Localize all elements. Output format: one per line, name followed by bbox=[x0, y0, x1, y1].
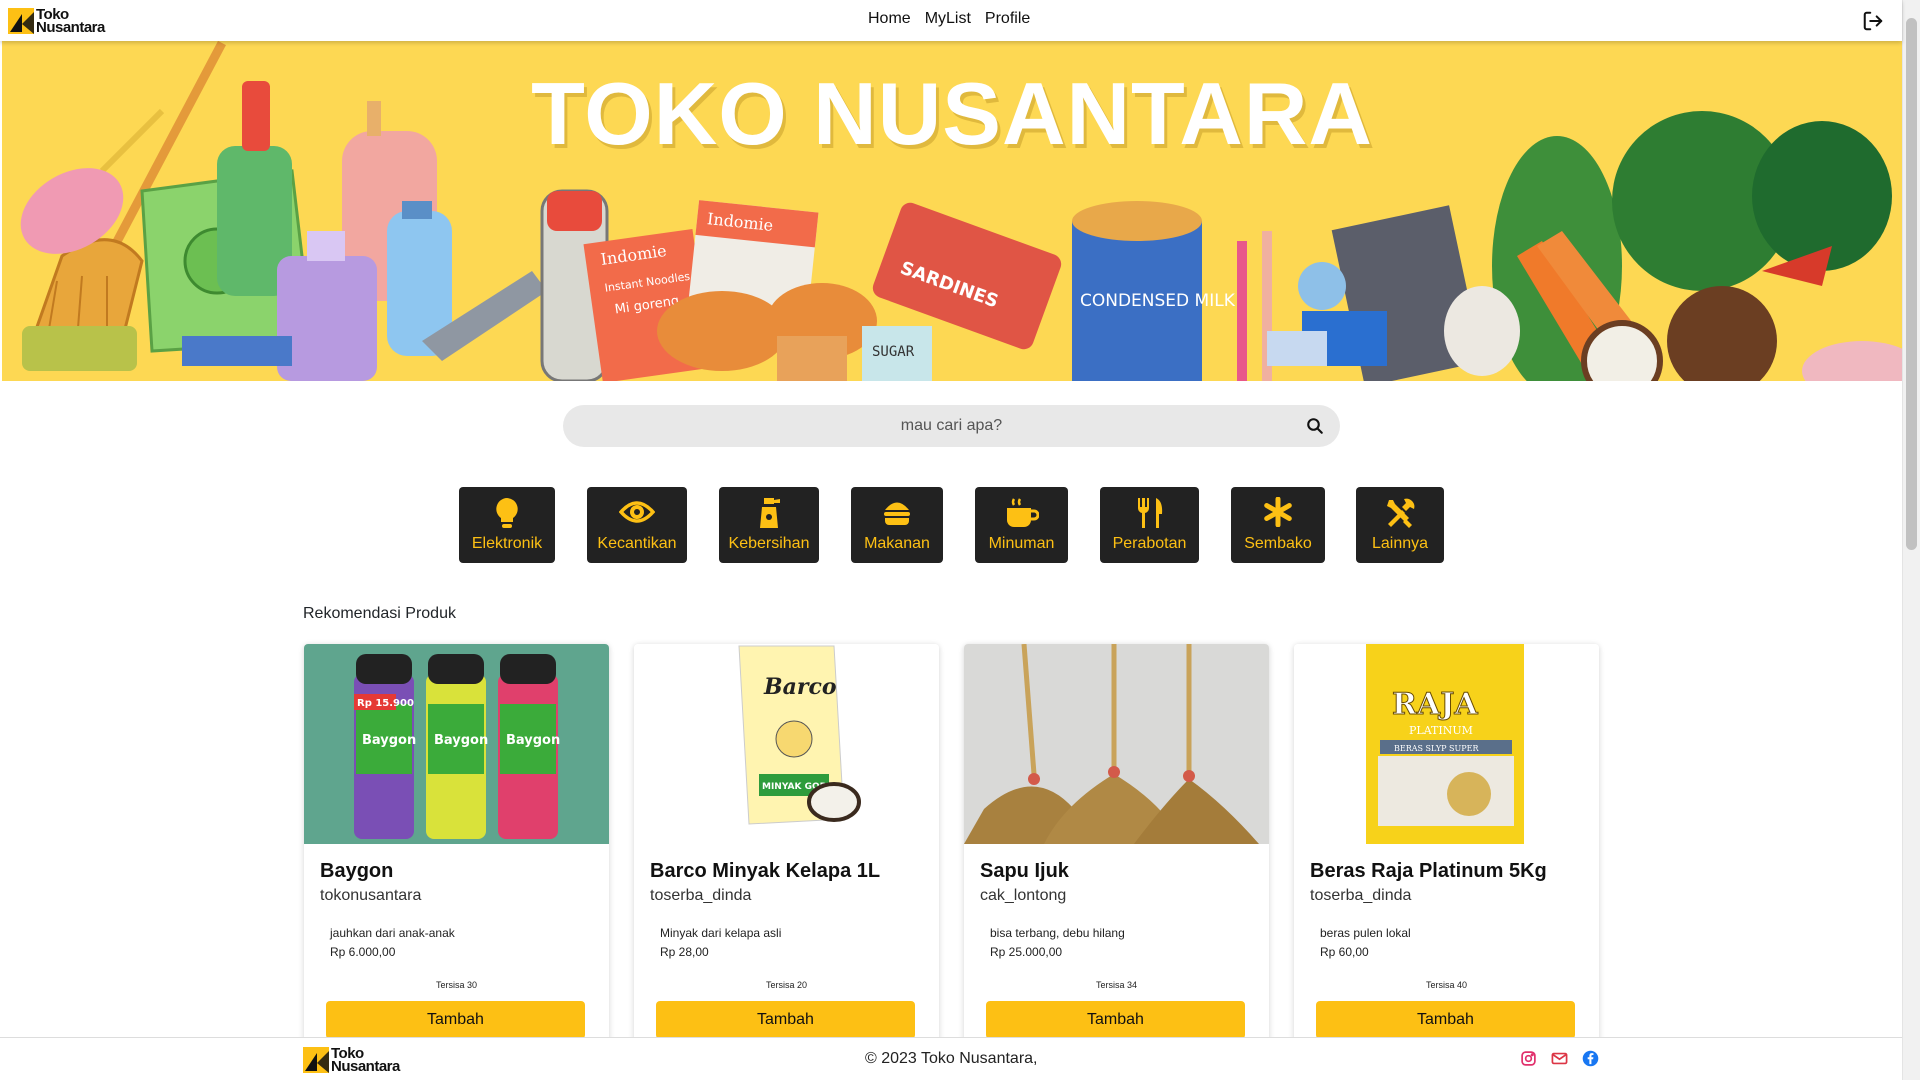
category-label: Lainnya bbox=[1371, 535, 1429, 552]
section-title: Rekomendasi Produk bbox=[303, 605, 456, 622]
product-description: Minyak dari kelapa asli bbox=[660, 926, 782, 940]
hero-banner: Indomie Instant Noodles Mi goreng Indomi… bbox=[2, 41, 1902, 381]
svg-text:RAJA: RAJA bbox=[1392, 687, 1478, 722]
product-seller: cak_lontong bbox=[980, 887, 1067, 904]
svg-text:BERAS SLYP SUPER: BERAS SLYP SUPER bbox=[1394, 744, 1479, 753]
category-sembako-button[interactable]: Sembako bbox=[1231, 487, 1325, 563]
product-image: RAJA PLATINUM BERAS SLYP SUPER bbox=[1294, 644, 1599, 844]
product-stock: Tersisa 34 bbox=[1095, 980, 1138, 990]
asterisk-icon bbox=[1264, 497, 1292, 527]
brand-mark-icon bbox=[303, 1047, 329, 1073]
product-description: beras pulen lokal bbox=[1320, 926, 1411, 940]
nav-home-link[interactable]: Home bbox=[868, 10, 911, 28]
page-scrollbar[interactable] bbox=[1902, 0, 1920, 1080]
product-description: jauhkan dari anak-anak bbox=[330, 926, 455, 940]
brand-mark-icon bbox=[8, 8, 34, 34]
nav-profile-link[interactable]: Profile bbox=[985, 10, 1030, 28]
eye-icon bbox=[619, 501, 655, 523]
product-card[interactable]: Baygon Baygon Baygon Rp 15.900 Baygon to… bbox=[304, 644, 609, 1044]
product-seller: tokonusantara bbox=[320, 887, 422, 904]
add-to-cart-button[interactable]: Tambah bbox=[986, 1001, 1245, 1039]
category-label: Makanan bbox=[864, 535, 930, 552]
product-stock: Tersisa 40 bbox=[1425, 980, 1468, 990]
product-description: bisa terbang, debu hilang bbox=[990, 926, 1125, 940]
facebook-icon[interactable] bbox=[1582, 1050, 1599, 1067]
svg-text:Baygon: Baygon bbox=[362, 733, 416, 748]
burger-icon bbox=[884, 502, 910, 525]
product-price: Rp 25.000,00 bbox=[990, 945, 1063, 959]
search-bar bbox=[563, 405, 1340, 447]
baygon-can: Baygon bbox=[498, 654, 560, 839]
product-card[interactable]: RAJA PLATINUM BERAS SLYP SUPER Beras Raj… bbox=[1294, 644, 1599, 1044]
category-elektronik-button[interactable]: Elektronik bbox=[459, 487, 555, 563]
instagram-icon[interactable] bbox=[1520, 1050, 1537, 1067]
category-perabotan-button[interactable]: Perabotan bbox=[1100, 487, 1199, 563]
brand-line2: Nusantara bbox=[331, 1058, 400, 1075]
tools-icon bbox=[1387, 498, 1415, 528]
nav-mylist-link[interactable]: MyList bbox=[925, 10, 971, 28]
product-name[interactable]: Sapu Ijuk bbox=[980, 860, 1069, 883]
condensed-label: CONDENSED MILK bbox=[1080, 291, 1236, 311]
product-name[interactable]: Baygon bbox=[320, 860, 393, 883]
product-price: Rp 28,00 bbox=[660, 945, 709, 959]
baygon-can: Baygon bbox=[426, 654, 488, 839]
product-card[interactable]: Sapu Ijuk cak_lontong bisa terbang, debu… bbox=[964, 644, 1269, 1044]
category-kecantikan-button[interactable]: Kecantikan bbox=[587, 487, 687, 563]
add-to-cart-button[interactable]: Tambah bbox=[656, 1001, 915, 1039]
product-image bbox=[964, 644, 1269, 844]
product-image: Baygon Baygon Baygon Rp 15.900 bbox=[304, 644, 609, 844]
product-seller: toserba_dinda bbox=[1310, 887, 1412, 904]
add-to-cart-button[interactable]: Tambah bbox=[326, 1001, 585, 1039]
product-name[interactable]: Beras Raja Platinum 5Kg bbox=[1310, 860, 1547, 883]
baygon-can: Baygon bbox=[354, 654, 416, 839]
search-input[interactable] bbox=[563, 405, 1340, 447]
category-label: Perabotan bbox=[1112, 535, 1187, 552]
svg-text:Baygon: Baygon bbox=[506, 733, 560, 748]
product-price: Rp 60,00 bbox=[1320, 945, 1369, 959]
brand-name: Toko Nusantara bbox=[36, 7, 105, 36]
search-icon[interactable] bbox=[1306, 417, 1324, 435]
product-stock: Tersisa 30 bbox=[435, 980, 478, 990]
svg-text:PLATINUM: PLATINUM bbox=[1409, 724, 1473, 737]
brand-line2: Nusantara bbox=[36, 19, 105, 36]
lightbulb-icon bbox=[496, 498, 518, 528]
spray-bottle-icon bbox=[760, 498, 780, 528]
mug-icon bbox=[1006, 498, 1039, 527]
utensils-icon bbox=[1137, 498, 1162, 528]
category-minuman-button[interactable]: Minuman bbox=[975, 487, 1068, 563]
social-links bbox=[1520, 1050, 1599, 1067]
category-label: Elektronik bbox=[471, 535, 543, 552]
footer-brand-logo[interactable]: Toko Nusantara bbox=[303, 1046, 400, 1075]
category-kebersihan-button[interactable]: Kebersihan bbox=[719, 487, 819, 563]
product-seller: toserba_dinda bbox=[650, 887, 752, 904]
scrollbar-thumb[interactable] bbox=[1906, 18, 1917, 550]
product-stock: Tersisa 20 bbox=[765, 980, 808, 990]
add-to-cart-button[interactable]: Tambah bbox=[1316, 1001, 1575, 1039]
sugar-label: SUGAR bbox=[872, 344, 915, 360]
category-label: Minuman bbox=[988, 535, 1055, 552]
brand-logo[interactable]: Toko Nusantara bbox=[8, 7, 105, 36]
category-lainnya-button[interactable]: Lainnya bbox=[1356, 487, 1444, 563]
category-label: Kecantikan bbox=[597, 535, 677, 552]
svg-text:Rp 15.900: Rp 15.900 bbox=[357, 698, 414, 709]
product-price: Rp 6.000,00 bbox=[330, 945, 396, 959]
category-label: Sembako bbox=[1244, 535, 1312, 552]
footer: Toko Nusantara © 2023 Toko Nusantara, bbox=[0, 1037, 1902, 1080]
navbar: Toko Nusantara Home MyList Profile bbox=[0, 0, 1902, 41]
category-makanan-button[interactable]: Makanan bbox=[851, 487, 943, 563]
svg-text:Barco: Barco bbox=[763, 674, 837, 700]
category-label: Kebersihan bbox=[728, 535, 810, 552]
product-image: Barco MINYAK GORENG bbox=[634, 644, 939, 844]
hero-title: TOKO NUSANTARA bbox=[531, 64, 1373, 163]
product-card[interactable]: Barco MINYAK GORENG Barco Minyak Kelapa … bbox=[634, 644, 939, 1044]
footer-copyright: © 2023 Toko Nusantara, bbox=[865, 1050, 1038, 1067]
nav-links: Home MyList Profile bbox=[868, 10, 1030, 28]
svg-text:Baygon: Baygon bbox=[434, 733, 488, 748]
product-name[interactable]: Barco Minyak Kelapa 1L bbox=[650, 860, 880, 883]
footer-brand-name: Toko Nusantara bbox=[331, 1046, 400, 1075]
logout-icon[interactable] bbox=[1862, 10, 1884, 32]
email-icon[interactable] bbox=[1551, 1050, 1568, 1067]
